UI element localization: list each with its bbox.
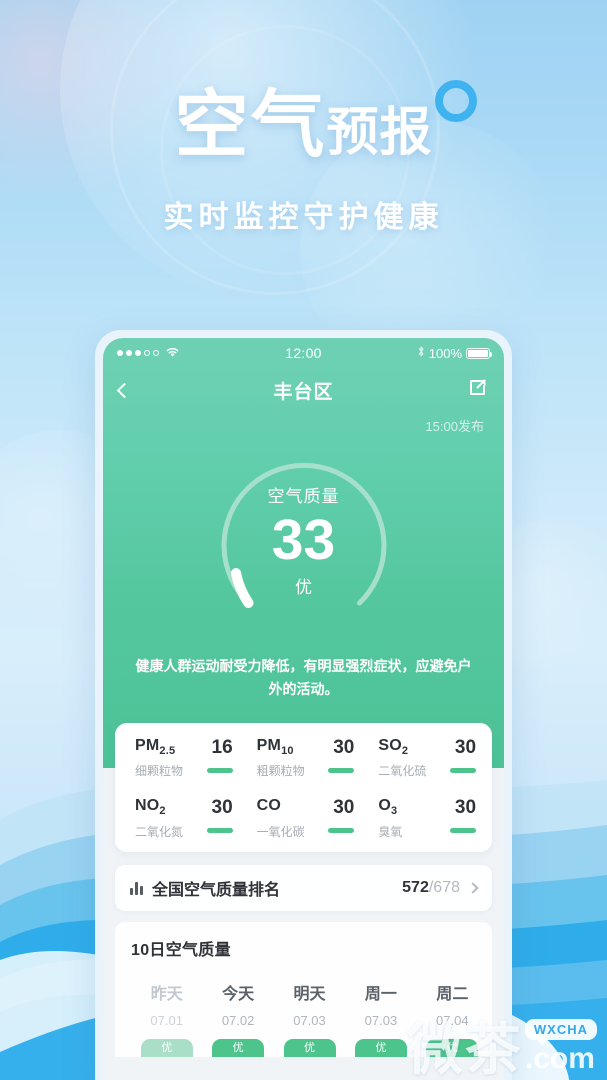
pollutant-desc: 二氧化硫	[378, 764, 427, 779]
forecast-day-date: 07.03	[364, 1012, 398, 1028]
pollutant-item: NO2 二氧化氮 30	[121, 797, 243, 839]
publish-time: 15:00发布	[425, 419, 484, 434]
forecast-day[interactable]: 周二 07.04 优	[417, 980, 488, 1057]
pollutant-value: 30	[333, 797, 355, 819]
forecast-day[interactable]: 昨天 07.01 优	[131, 980, 202, 1057]
phone-screen: 12:00 100% 丰台区 15:00发布 空气质量 33 优 健康人群运动耐…	[103, 338, 504, 1080]
pollutant-row: NO2 二氧化氮 30 CO 一氧化碳 30 O3 臭氧 30	[121, 797, 486, 839]
wifi-icon	[165, 346, 180, 361]
page-title: 空气预报	[174, 80, 477, 162]
forecast-day-date: 07.03	[293, 1012, 326, 1028]
pollutant-desc: 粗颗粒物	[256, 764, 305, 779]
forecast-day-name: 周一	[364, 985, 397, 1003]
aqi-label: 空气质量	[267, 487, 340, 507]
forecast-day-level: 优	[140, 1038, 193, 1057]
back-button[interactable]	[116, 382, 153, 398]
forecast-day[interactable]: 周一 07.03 优	[345, 980, 416, 1057]
pollutant-value: 16	[211, 737, 233, 759]
pollutant-name: CO	[256, 797, 282, 815]
pollutant-level-bar	[328, 768, 355, 774]
share-icon	[467, 377, 488, 403]
forecast-day-name: 明天	[293, 985, 326, 1003]
status-time: 12:00	[285, 345, 322, 361]
pollutant-item: PM10 粗颗粒物 30	[243, 737, 365, 779]
aqi-gauge-section: 空气质量 33 优	[103, 443, 504, 643]
pollutant-value: 30	[333, 737, 355, 759]
pollutant-name: NO2	[135, 797, 166, 818]
forecast-day-name: 今天	[222, 985, 255, 1003]
pollutant-item: CO 一氧化碳 30	[243, 797, 365, 839]
health-advice: 健康人群运动耐受力降低，有明显强烈症状，应避免户外的活动。	[135, 658, 472, 698]
pollutant-item: PM2.5 细颗粒物 16	[121, 737, 243, 779]
bluetooth-icon	[417, 345, 425, 361]
pollutant-desc: 臭氧	[378, 824, 403, 839]
ten-day-forecast-card: 10日空气质量 昨天 07.01 优 今天 07.02 优 明天 07.03 优	[115, 921, 492, 1057]
page-title-light: 预报	[326, 104, 433, 162]
battery-icon	[466, 347, 493, 359]
forecast-day-level: 优	[283, 1038, 336, 1057]
forecast-day-level: 优	[426, 1038, 479, 1057]
forecast-day-level: 优	[354, 1038, 407, 1057]
pollutant-value: 30	[454, 797, 477, 819]
aqi-level: 优	[295, 577, 312, 597]
aqi-gauge: 空气质量 33 优	[204, 443, 404, 643]
pollutant-card: PM2.5 细颗粒物 16 PM10 粗颗粒物 30 SO2 二氧化硫 30 N…	[115, 723, 492, 852]
ring-decoration-icon	[434, 80, 477, 122]
page-subtitle: 实时监控守护健康	[163, 201, 444, 234]
pollutant-desc: 细颗粒物	[135, 764, 184, 779]
phone-mockup: 12:00 100% 丰台区 15:00发布 空气质量 33 优 健康人群运动耐…	[95, 330, 512, 1080]
page-title-bold: 空气	[174, 83, 327, 166]
pollutant-item: SO2 二氧化硫 30	[364, 737, 486, 779]
forecast-day[interactable]: 明天 07.03 优	[274, 980, 345, 1057]
pollutant-row: PM2.5 细颗粒物 16 PM10 粗颗粒物 30 SO2 二氧化硫 30	[121, 737, 486, 779]
ten-day-title: 10日空气质量	[131, 941, 231, 959]
battery-percent-label: 100%	[428, 345, 463, 361]
pollutant-name: PM10	[256, 737, 294, 758]
app-navigation-bar: 丰台区	[103, 368, 504, 412]
pollutant-item: O3 臭氧 30	[364, 797, 486, 839]
national-ranking-row[interactable]: 全国空气质量排名 572/678	[115, 864, 492, 911]
pollutant-level-bar	[450, 828, 477, 834]
pollutant-level-bar	[206, 768, 233, 774]
forecast-day[interactable]: 今天 07.02 优	[202, 980, 273, 1057]
aqi-value: 33	[271, 508, 336, 573]
status-bar: 12:00 100%	[103, 338, 504, 368]
pollutant-level-bar	[206, 828, 233, 834]
ranking-value: 572/678	[402, 878, 460, 896]
pollutant-desc: 二氧化氮	[135, 824, 184, 839]
ranking-label: 全国空气质量排名	[152, 881, 281, 899]
chevron-right-icon	[467, 881, 479, 894]
forecast-day-date: 07.01	[150, 1012, 183, 1028]
forecast-day-level: 优	[212, 1038, 265, 1057]
bar-chart-icon	[130, 881, 143, 895]
signal-dots-icon	[117, 350, 159, 356]
pollutant-name: O3	[378, 797, 398, 818]
pollutant-desc: 一氧化碳	[256, 824, 305, 839]
ten-day-list[interactable]: 昨天 07.01 优 今天 07.02 优 明天 07.03 优 周一 07.0…	[131, 980, 488, 1057]
hero-section: 空气预报 实时监控守护健康	[0, 80, 607, 236]
pollutant-name: SO2	[378, 737, 409, 758]
forecast-day-date: 07.04	[436, 1012, 469, 1028]
pollutant-level-bar	[328, 828, 355, 834]
pollutant-level-bar	[450, 768, 477, 774]
share-button[interactable]	[454, 377, 488, 403]
forecast-day-date: 07.02	[221, 1012, 255, 1028]
pollutant-name: PM2.5	[135, 737, 176, 758]
forecast-day-name: 昨天	[150, 985, 183, 1003]
location-title: 丰台区	[273, 381, 334, 403]
chevron-left-icon	[116, 382, 133, 398]
pollutant-value: 30	[454, 737, 477, 759]
pollutant-value: 30	[211, 797, 233, 819]
forecast-day-name: 周二	[436, 985, 469, 1003]
